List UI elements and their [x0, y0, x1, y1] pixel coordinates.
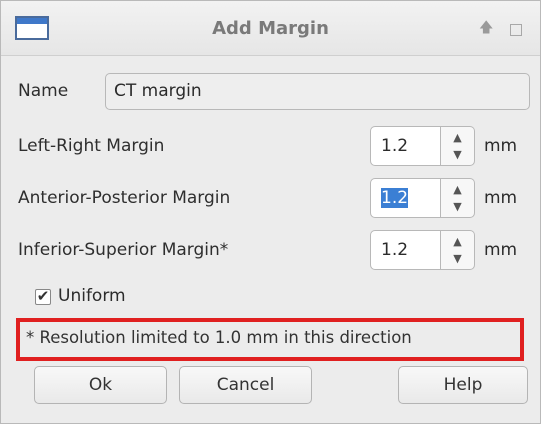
- chevron-up-icon[interactable]: ▲: [441, 131, 474, 145]
- checkmark-icon: ✔: [36, 287, 50, 305]
- ant-post-label: Anterior-Posterior Margin: [18, 188, 231, 208]
- ant-post-spinbox[interactable]: 1.2 ▲ ▼: [370, 178, 475, 218]
- inf-sup-spinbox[interactable]: 1.2 ▲ ▼: [370, 230, 475, 270]
- ant-post-stepper[interactable]: ▲ ▼: [441, 178, 475, 218]
- chevron-down-icon[interactable]: ▼: [441, 200, 474, 214]
- uniform-checkbox[interactable]: ✔: [35, 289, 51, 305]
- left-right-label: Left-Right Margin: [18, 136, 165, 156]
- chevron-down-icon[interactable]: ▼: [441, 148, 474, 162]
- left-right-stepper[interactable]: ▲ ▼: [441, 126, 475, 166]
- inf-sup-stepper[interactable]: ▲ ▼: [441, 230, 475, 270]
- help-button[interactable]: Help: [398, 366, 528, 404]
- window-title: Add Margin: [212, 18, 329, 39]
- chevron-up-icon[interactable]: ▲: [441, 235, 474, 249]
- inf-sup-input[interactable]: 1.2: [370, 230, 441, 270]
- uniform-label[interactable]: Uniform: [58, 286, 126, 306]
- name-label: Name: [18, 81, 69, 101]
- left-right-unit: mm: [484, 136, 518, 156]
- left-right-spinbox[interactable]: 1.2 ▲ ▼: [370, 126, 475, 166]
- arrow-up-icon[interactable]: 🡅: [479, 19, 493, 37]
- left-right-input[interactable]: 1.2: [370, 126, 441, 166]
- name-input[interactable]: CT margin: [105, 73, 530, 110]
- ok-button[interactable]: Ok: [34, 366, 167, 404]
- ant-post-input[interactable]: 1.2: [370, 178, 441, 218]
- add-margin-dialog: Add Margin 🡅 Name CT margin Left-Right M…: [0, 0, 541, 424]
- maximize-icon[interactable]: [510, 24, 522, 36]
- title-bar[interactable]: Add Margin 🡅: [1, 1, 540, 56]
- inf-sup-label: Inferior-Superior Margin*: [18, 240, 229, 260]
- resolution-notice: * Resolution limited to 1.0 mm in this d…: [16, 318, 524, 361]
- chevron-down-icon[interactable]: ▼: [441, 252, 474, 266]
- cancel-button[interactable]: Cancel: [179, 366, 312, 404]
- inf-sup-unit: mm: [484, 240, 518, 260]
- ant-post-unit: mm: [484, 188, 518, 208]
- chevron-up-icon[interactable]: ▲: [441, 183, 474, 197]
